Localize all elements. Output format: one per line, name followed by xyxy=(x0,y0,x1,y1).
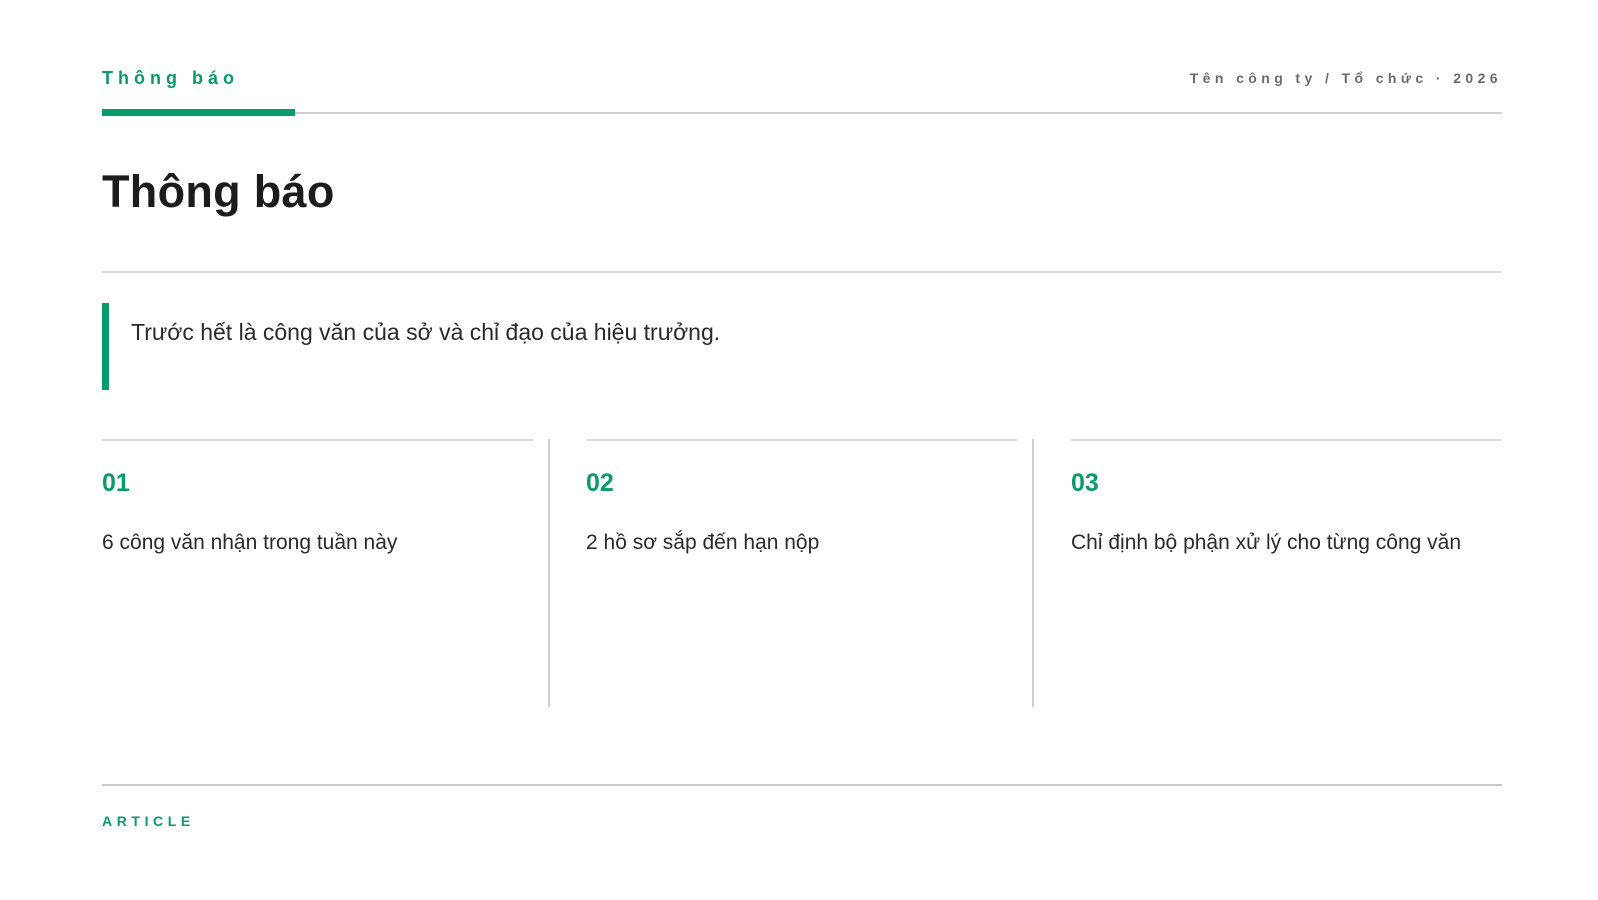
key-points: 01 6 công văn nhận trong tuần này 02 2 h… xyxy=(102,439,1502,707)
lead-quote: Trước hết là công văn của sở và chỉ đạo … xyxy=(102,303,1502,390)
section-kicker: Thông báo xyxy=(102,68,239,88)
key-point-3: 03 Chỉ định bộ phận xử lý cho từng công … xyxy=(1071,439,1502,707)
key-point-rule xyxy=(102,439,533,441)
key-point-2: 02 2 hồ sơ sắp đến hạn nộp xyxy=(586,439,1017,707)
key-point-number: 03 xyxy=(1071,469,1099,497)
column-divider xyxy=(548,439,550,707)
key-point-number: 01 xyxy=(102,469,130,497)
column-divider xyxy=(1032,439,1034,707)
organization-label: Tên công ty / Tổ chức · 2026 xyxy=(1189,70,1502,86)
key-point-1: 01 6 công văn nhận trong tuần này xyxy=(102,439,533,707)
title-divider xyxy=(102,271,1502,273)
key-point-text: 6 công văn nhận trong tuần này xyxy=(102,531,398,554)
key-point-rule xyxy=(1071,439,1502,441)
header-divider xyxy=(102,112,1502,114)
footer-label: ARTICLE xyxy=(102,813,195,829)
key-point-number: 02 xyxy=(586,469,614,497)
lead-quote-text: Trước hết là công văn của sở và chỉ đạo … xyxy=(131,319,721,345)
slide-header: Thông báo Tên công ty / Tổ chức · 2026 xyxy=(102,66,1502,118)
page-title: Thông báo xyxy=(102,166,335,217)
key-point-rule xyxy=(586,439,1017,441)
footer-divider xyxy=(102,784,1502,786)
key-point-text: 2 hồ sơ sắp đến hạn nộp xyxy=(586,531,820,554)
quote-accent-bar xyxy=(102,303,109,390)
key-point-text: Chỉ định bộ phận xử lý cho từng công văn xyxy=(1071,531,1462,554)
header-accent-bar xyxy=(102,109,295,116)
